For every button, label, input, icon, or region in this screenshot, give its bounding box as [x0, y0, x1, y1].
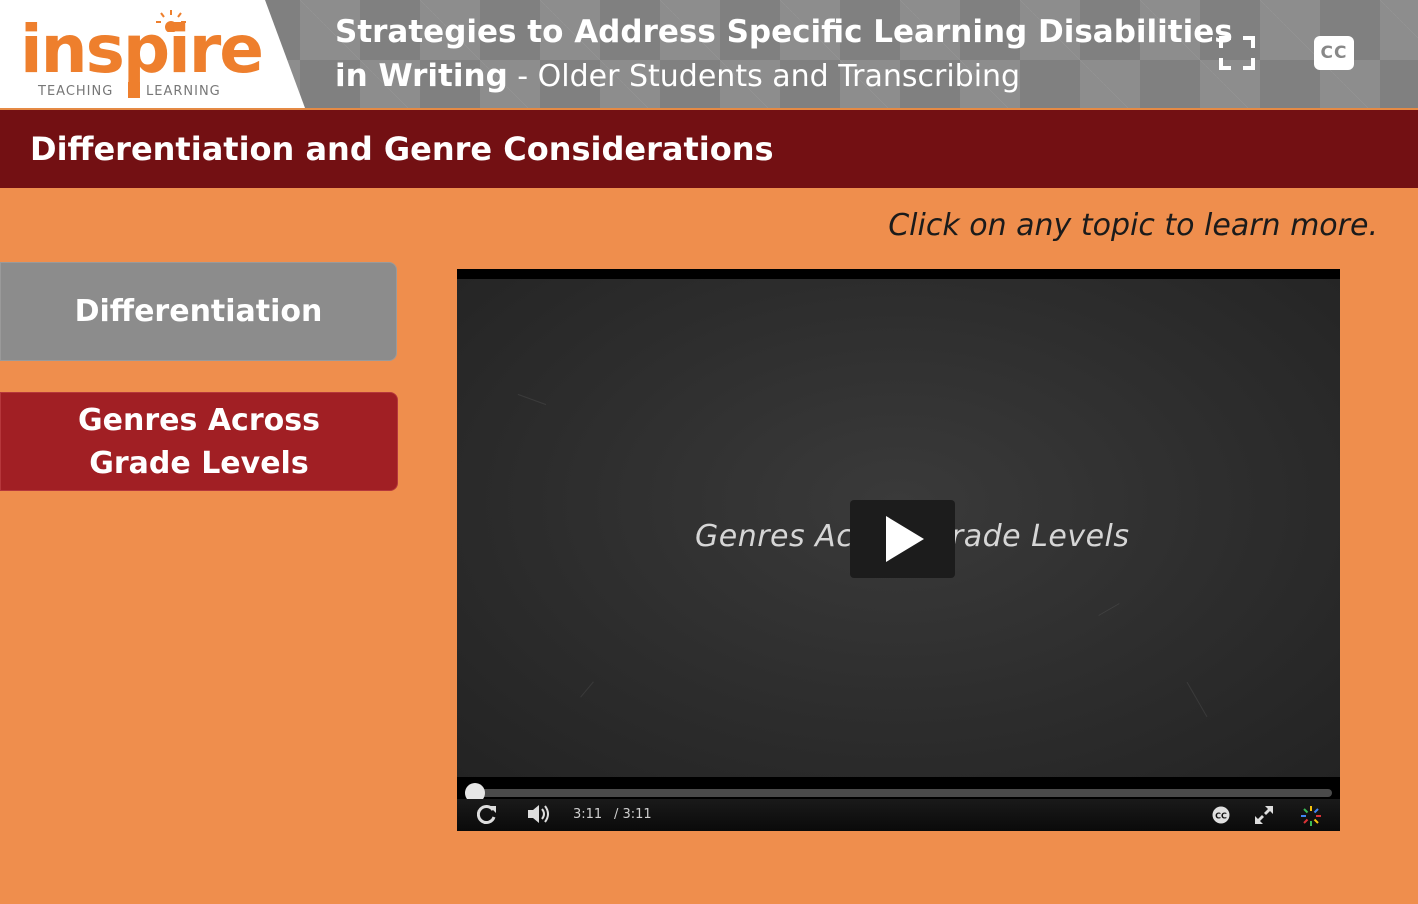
play-icon	[886, 516, 924, 562]
chalk-scratch	[1186, 681, 1208, 718]
topic-label-line1: Genres Across	[78, 402, 320, 438]
logo-panel: inspire TEACHING LEARNING	[0, 0, 305, 108]
topic-button-genres-across-grade-levels[interactable]: Genres Across Grade Levels	[0, 392, 398, 491]
volume-icon[interactable]	[527, 803, 551, 825]
closed-captions-button[interactable]: CC	[1314, 36, 1354, 70]
topic-label-line2: Grade Levels	[89, 445, 309, 481]
course-subtitle: - Older Students and Transcribing	[507, 59, 1021, 94]
topic-label: Differentiation	[74, 294, 323, 329]
chalk-scratch	[1098, 603, 1120, 616]
course-title-line2: in Writing - Older Students and Transcri…	[335, 58, 1020, 94]
fullscreen-icon[interactable]	[1219, 36, 1255, 70]
cc-icon[interactable]: CC	[1211, 806, 1231, 824]
play-button[interactable]	[850, 500, 955, 578]
duration: / 3:11	[614, 807, 652, 822]
current-time: 3:11	[573, 807, 603, 822]
video-controls-bar: 3:11 / 3:11 CC	[457, 799, 1340, 831]
section-title: Differentiation and Genre Considerations	[30, 130, 774, 168]
svg-text:CC: CC	[1215, 812, 1227, 821]
section-bar: Differentiation and Genre Considerations	[0, 110, 1418, 188]
logo-wordmark: inspire	[20, 11, 264, 88]
course-header: inspire TEACHING LEARNING Strategies to …	[0, 0, 1418, 110]
topic-button-differentiation[interactable]: Differentiation	[0, 262, 397, 361]
replay-icon[interactable]	[477, 803, 497, 825]
loading-icon	[1301, 806, 1321, 826]
course-title-line1: Strategies to Address Specific Learning …	[335, 14, 1233, 50]
instruction-text: Click on any topic to learn more.	[888, 208, 1378, 243]
video-frame[interactable]: Genres Across Grade Levels	[457, 279, 1340, 777]
logo-subtitle-teaching: TEACHING	[38, 84, 114, 99]
logo-divider	[128, 82, 140, 98]
expand-icon[interactable]	[1254, 805, 1274, 825]
video-player[interactable]: Genres Across Grade Levels 3:11 / 3:11 C…	[457, 269, 1340, 831]
chalk-scratch	[580, 681, 594, 698]
chalk-scratch	[517, 393, 547, 406]
course-title-line2-bold: in Writing	[335, 58, 508, 94]
progress-track[interactable]	[465, 789, 1332, 797]
logo-subtitle-learning: LEARNING	[146, 84, 221, 99]
